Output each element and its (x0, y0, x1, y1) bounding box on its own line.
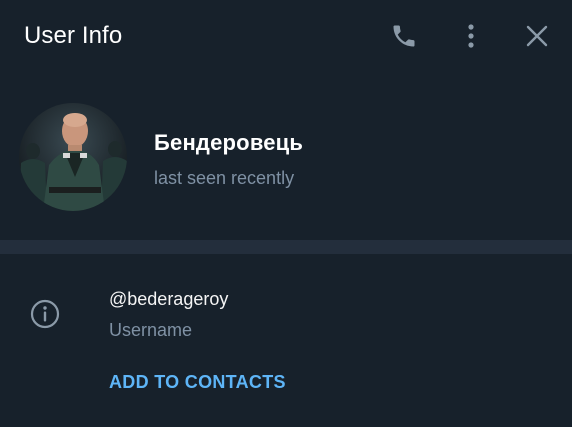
header-bar: User Info (0, 0, 572, 72)
info-icon (30, 299, 60, 329)
phone-icon (393, 25, 415, 47)
add-to-contacts-button[interactable]: ADD TO CONTACTS (109, 370, 286, 394)
more-vertical-icon (468, 24, 474, 48)
more-options-button[interactable] (455, 20, 487, 52)
profile-section: Бендеровець last seen recently (0, 72, 572, 240)
user-name: Бендеровець (154, 130, 304, 155)
call-button[interactable] (388, 20, 420, 52)
last-seen-status: last seen recently (154, 168, 295, 188)
username-label: Username (109, 320, 193, 340)
avatar[interactable] (19, 103, 127, 211)
close-button[interactable] (521, 20, 553, 52)
avatar-photo (19, 103, 127, 211)
close-icon (526, 25, 548, 47)
username-value[interactable]: @bederageroy (109, 287, 228, 311)
panel-title: User Info (24, 22, 123, 49)
section-divider (0, 240, 572, 254)
